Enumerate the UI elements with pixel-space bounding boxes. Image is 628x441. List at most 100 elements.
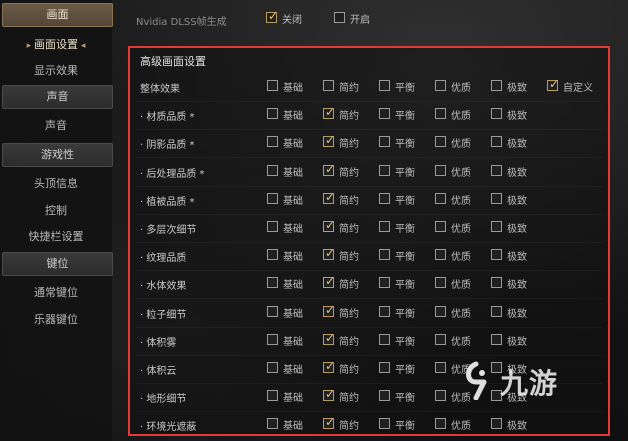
checkbox-unchecked[interactable] [491, 108, 502, 120]
checkbox-unchecked[interactable] [267, 277, 278, 289]
sidebar-section-1[interactable]: 声音 [2, 85, 113, 109]
quality-option-3[interactable]: 优质 [435, 332, 493, 350]
quality-option-3[interactable]: 优质 [435, 219, 493, 237]
quality-option-3[interactable]: 优质 [435, 106, 493, 124]
checkbox-unchecked[interactable] [435, 192, 446, 204]
checkbox-unchecked[interactable] [435, 80, 446, 91]
quality-option-4[interactable]: 极致 [491, 360, 549, 378]
checkbox-unchecked[interactable] [379, 192, 390, 204]
quality-option-2[interactable]: 平衡 [379, 304, 437, 322]
quality-option-0[interactable]: 基础 [267, 388, 325, 406]
checkbox-unchecked[interactable] [267, 390, 278, 402]
checkbox-unchecked[interactable] [491, 192, 502, 204]
quality-option-1[interactable]: ✓ 简约 [323, 218, 381, 237]
sidebar-section-3[interactable]: 键位 [2, 252, 113, 276]
checkbox-unchecked[interactable] [379, 362, 390, 373]
checkbox-checked[interactable]: ✓ [323, 133, 335, 148]
sidebar-section-2[interactable]: 游戏性 [2, 143, 113, 167]
quality-option-1[interactable]: ✓ 简约 [323, 303, 381, 322]
quality-option-0[interactable]: 基础 [267, 78, 325, 96]
sidebar-item-2-0[interactable]: 头顶信息 [0, 175, 112, 191]
quality-option-3[interactable]: 优质 [435, 134, 493, 152]
quality-option-0[interactable]: 基础 [267, 219, 325, 237]
quality-option-4[interactable]: 极致 [491, 106, 549, 124]
checkbox-checked[interactable]: ✓ [323, 190, 335, 204]
quality-option-4[interactable]: 极致 [491, 78, 549, 96]
checkbox-unchecked[interactable] [491, 80, 502, 91]
quality-option-3[interactable]: 优质 [435, 360, 493, 378]
checkbox-unchecked[interactable] [267, 108, 278, 120]
checkbox-checked[interactable]: ✓ [323, 359, 335, 373]
quality-option-2[interactable]: 平衡 [379, 275, 437, 293]
checkbox-unchecked[interactable] [435, 362, 446, 373]
checkbox-unchecked[interactable] [267, 333, 278, 345]
checkbox-unchecked[interactable] [435, 305, 446, 317]
checkbox-unchecked[interactable] [379, 390, 390, 402]
checkbox-unchecked[interactable] [491, 390, 502, 402]
quality-option-2[interactable]: 平衡 [379, 247, 437, 265]
quality-option-2[interactable]: 平衡 [379, 360, 437, 378]
quality-option-1[interactable]: ✓ 简约 [323, 105, 381, 124]
checkbox-unchecked[interactable] [435, 164, 446, 176]
sidebar-item-3-1[interactable]: 乐器键位 [0, 311, 112, 327]
quality-option-1[interactable]: ✓ 简约 [323, 415, 381, 434]
checkbox-unchecked[interactable] [491, 418, 502, 430]
quality-option-4[interactable]: 极致 [491, 388, 549, 406]
quality-option-0[interactable]: 基础 [267, 247, 325, 265]
quality-option-4[interactable]: 极致 [491, 219, 549, 237]
sidebar-item-2-1[interactable]: 控制 [0, 202, 112, 218]
quality-option-0[interactable]: 基础 [267, 134, 325, 152]
quality-option-1[interactable]: ✓ 简约 [323, 162, 381, 181]
checkbox-unchecked[interactable] [435, 390, 446, 402]
checkbox-unchecked[interactable] [491, 277, 502, 289]
dlss-option-0[interactable]: ✓ 关闭 [266, 9, 316, 30]
checkbox-unchecked[interactable] [379, 418, 390, 430]
checkbox-unchecked[interactable] [323, 80, 334, 91]
checkbox-unchecked[interactable] [267, 136, 278, 148]
checkbox-unchecked[interactable] [379, 249, 390, 261]
quality-option-3[interactable]: 优质 [435, 247, 493, 265]
quality-option-4[interactable]: 极致 [491, 332, 549, 350]
quality-option-3[interactable]: 优质 [435, 78, 493, 96]
quality-option-4[interactable]: 极致 [491, 134, 549, 152]
checkbox-unchecked[interactable] [435, 418, 446, 430]
checkbox-checked[interactable]: ✓ [323, 274, 335, 289]
quality-option-4[interactable]: 极致 [491, 304, 549, 322]
quality-option-4[interactable]: 极致 [491, 191, 549, 209]
checkbox-unchecked[interactable] [267, 164, 278, 176]
checkbox-unchecked[interactable] [267, 192, 278, 204]
checkbox-unchecked[interactable] [435, 221, 446, 232]
quality-option-1[interactable]: 简约 [323, 78, 381, 96]
quality-option-2[interactable]: 平衡 [379, 163, 437, 181]
dlss-option-1[interactable]: 开启 [334, 10, 384, 30]
checkbox-checked[interactable]: ✓ [547, 77, 559, 91]
checkbox-unchecked[interactable] [267, 221, 278, 232]
quality-option-0[interactable]: 基础 [267, 304, 325, 322]
quality-option-2[interactable]: 平衡 [379, 191, 437, 209]
checkbox-unchecked[interactable] [379, 108, 390, 120]
checkbox-unchecked[interactable] [491, 305, 502, 317]
checkbox-unchecked[interactable] [379, 333, 390, 345]
quality-option-0[interactable]: 基础 [267, 360, 325, 378]
checkbox-checked[interactable]: ✓ [323, 387, 335, 402]
quality-option-2[interactable]: 平衡 [379, 332, 437, 350]
checkbox-unchecked[interactable] [491, 136, 502, 148]
checkbox-unchecked[interactable] [435, 333, 446, 345]
quality-option-1[interactable]: ✓ 简约 [323, 133, 381, 152]
quality-option-1[interactable]: ✓ 简约 [323, 387, 381, 406]
checkbox-checked[interactable]: ✓ [323, 162, 335, 176]
sidebar-item-2-2[interactable]: 快捷栏设置 [0, 228, 112, 244]
checkbox-unchecked[interactable] [435, 108, 446, 120]
quality-option-3[interactable]: 优质 [435, 304, 493, 322]
quality-option-4[interactable]: 极致 [491, 247, 549, 265]
quality-option-5[interactable]: ✓ 自定义 [547, 77, 605, 96]
sidebar-item-0-0[interactable]: ▸ 画面设置 ◂ [0, 36, 112, 52]
checkbox-unchecked[interactable] [334, 12, 345, 23]
quality-option-2[interactable]: 平衡 [379, 416, 437, 434]
sidebar-item-0-1[interactable]: 显示效果 [0, 62, 112, 78]
checkbox-unchecked[interactable] [435, 277, 446, 289]
checkbox-unchecked[interactable] [435, 249, 446, 261]
quality-option-2[interactable]: 平衡 [379, 388, 437, 406]
quality-option-2[interactable]: 平衡 [379, 219, 437, 237]
quality-option-2[interactable]: 平衡 [379, 134, 437, 152]
